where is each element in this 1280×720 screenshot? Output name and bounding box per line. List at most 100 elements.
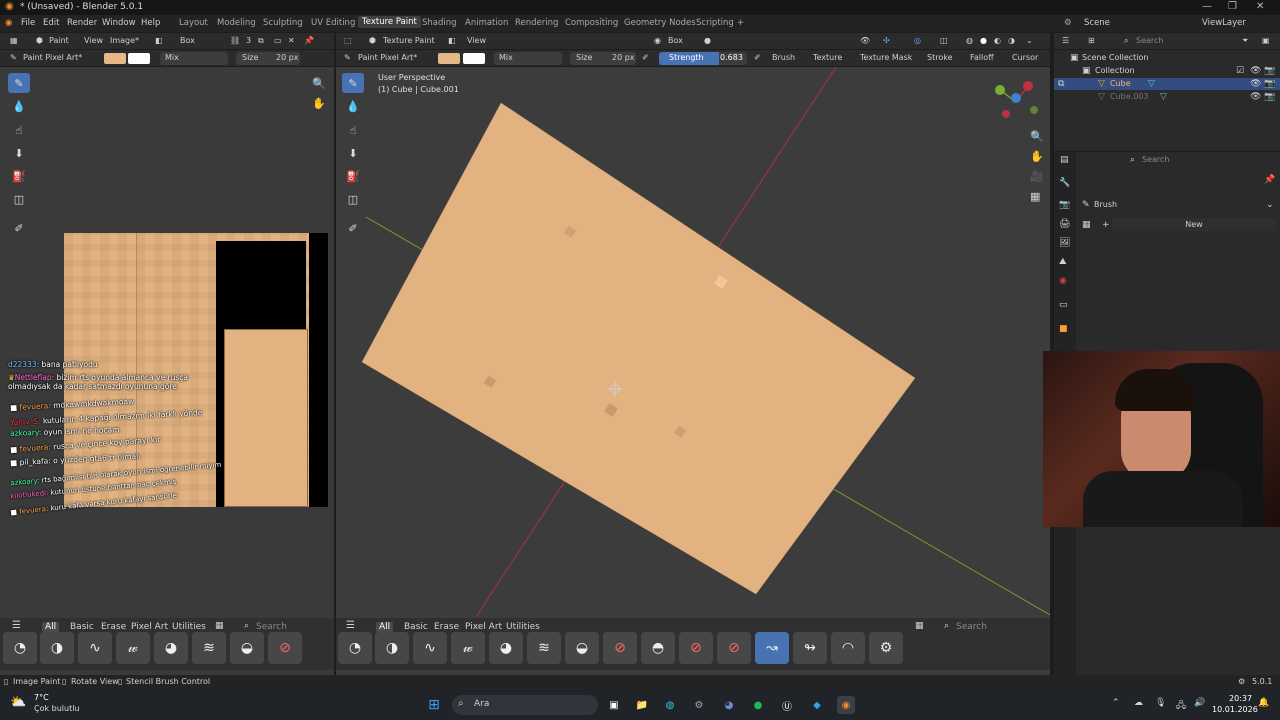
filter-icon[interactable]: ⏷ <box>1242 36 1248 46</box>
brush-thumb-icon[interactable]: ◑ <box>40 632 74 664</box>
brush-thumb-icon[interactable]: ∿ <box>413 632 447 664</box>
output-tab-icon[interactable]: 🖨 <box>1059 219 1070 229</box>
neg-x-axis-icon[interactable] <box>1002 110 1010 118</box>
shelf-tab-utilities[interactable]: Utilities <box>506 622 540 632</box>
visibility-icon[interactable]: 👁 <box>860 36 870 45</box>
minimize-button[interactable]: — <box>1202 1 1212 12</box>
solid-icon[interactable]: ● <box>980 36 987 45</box>
properties-search-input[interactable]: Search <box>1142 155 1169 164</box>
object-cube-label[interactable]: Cube <box>1110 79 1131 88</box>
pressure-icon[interactable]: ✐ <box>642 53 649 62</box>
outliner-search-input[interactable]: Search <box>1136 36 1163 45</box>
mode-toggle-icon[interactable]: ◧ <box>448 36 456 45</box>
editor-type-icon[interactable]: ▦ <box>10 36 18 45</box>
zoom-icon[interactable]: 🔍 <box>312 77 326 90</box>
overlay-icon[interactable]: ◎ <box>914 36 921 45</box>
shelf-tab-erase[interactable]: Erase <box>101 622 126 632</box>
spotify-icon[interactable]: ● <box>749 696 767 714</box>
smear-tool-icon[interactable]: ☝ <box>8 120 30 140</box>
clock-time[interactable]: 20:37 <box>1229 694 1252 703</box>
falloff-menu[interactable]: Falloff <box>970 53 994 62</box>
chevron-down-icon[interactable]: ⌄ <box>1266 200 1274 210</box>
pressure-icon[interactable]: ✐ <box>754 53 761 62</box>
tray-app-icon[interactable]: ☁ <box>1134 698 1143 708</box>
clock-date[interactable]: 10.01.2026 <box>1212 705 1258 714</box>
texture-mask-menu[interactable]: Texture Mask <box>860 53 912 62</box>
display-settings-icon[interactable]: ▦ <box>215 621 224 631</box>
fill-tool-icon[interactable]: ⛽ <box>8 166 30 186</box>
pan-icon[interactable]: ✋ <box>1030 150 1044 163</box>
unlink-icon[interactable]: ✕ <box>288 36 295 45</box>
start-menu-icon[interactable]: ⊞ <box>425 696 443 714</box>
material-icon[interactable]: ◐ <box>994 36 1001 45</box>
brush-thumb-icon[interactable]: 𝓌 <box>116 632 150 664</box>
blender-taskbar-icon[interactable]: ◉ <box>837 696 855 714</box>
camera-icon[interactable]: 🎥 <box>1030 170 1044 183</box>
mode-dropdown[interactable]: Texture Paint <box>383 36 435 45</box>
tab-compositing[interactable]: Compositing <box>565 18 618 28</box>
tab-layout[interactable]: Layout <box>179 18 208 28</box>
eye-icon[interactable]: 👁 <box>1250 79 1261 89</box>
discord-icon[interactable]: ◕ <box>720 696 738 714</box>
brush-dropdown[interactable]: Paint Pixel Art* <box>358 53 417 62</box>
scene-collection-label[interactable]: Scene Collection <box>1082 53 1149 62</box>
shelf-tab-utilities[interactable]: Utilities <box>172 622 206 632</box>
tab-rendering[interactable]: Rendering <box>515 18 558 28</box>
brush-thumb-icon[interactable]: ◓ <box>641 632 675 664</box>
network-icon[interactable]: 🖧 <box>1176 698 1186 714</box>
editor-type-icon[interactable]: ⬚ <box>344 36 352 45</box>
collection-tab-icon[interactable]: ▭ <box>1059 300 1068 310</box>
brush-thumb-selected-icon[interactable]: ↝ <box>755 632 789 664</box>
blend-dropdown[interactable]: Mix <box>499 53 513 62</box>
xray-icon[interactable]: ◫ <box>940 36 948 45</box>
brush-thumb-icon[interactable]: ≋ <box>192 632 226 664</box>
tab-sculpting[interactable]: Sculpting <box>263 18 303 28</box>
volume-icon[interactable]: 🔊 <box>1194 698 1205 708</box>
outliner-row-selected[interactable] <box>1054 78 1280 90</box>
clone-tool-icon[interactable]: ⬇ <box>8 143 30 163</box>
microphone-icon[interactable]: 🎙 <box>1155 698 1166 708</box>
primary-color-swatch[interactable] <box>104 53 126 64</box>
shelf-menu-icon[interactable]: ☰ <box>346 620 355 631</box>
secondary-color-swatch[interactable] <box>463 53 485 64</box>
view-menu[interactable]: View <box>467 36 486 45</box>
object-mode-icon[interactable]: ⧉ <box>1058 79 1064 89</box>
gizmo-icon[interactable]: ✣ <box>883 36 890 45</box>
stroke-menu[interactable]: Stroke <box>927 53 953 62</box>
new-brush-button[interactable]: New <box>1112 218 1276 231</box>
shelf-tab-erase[interactable]: Erase <box>434 622 459 632</box>
camera-icon[interactable]: 📷 <box>1264 79 1275 89</box>
eye-icon[interactable]: 👁 <box>1250 66 1261 76</box>
3d-viewport[interactable]: ⬚ ⬢ Texture Paint ◧ View ◉ Box ● 👁 ✣ ◎ ◫… <box>336 33 1050 675</box>
new-image-icon[interactable]: ▭ <box>274 36 282 45</box>
notification-icon[interactable]: 🔔 <box>1258 698 1269 708</box>
primary-color-swatch[interactable] <box>438 53 460 64</box>
neg-y-axis-icon[interactable] <box>1030 106 1038 114</box>
add-icon[interactable]: + <box>1102 220 1110 230</box>
brush-thumb-icon[interactable]: ⊘ <box>268 632 302 664</box>
link-icon[interactable]: ⛓ <box>230 36 240 45</box>
world-tab-icon[interactable]: ◉ <box>1059 276 1067 286</box>
maximize-button[interactable]: ❐ <box>1228 1 1237 12</box>
grid-view-icon[interactable]: ▦ <box>1030 190 1040 203</box>
tool-tab-icon[interactable]: 🔧 <box>1059 178 1070 188</box>
brush-thumb-icon[interactable]: ◔ <box>3 632 37 664</box>
brush-thumb-icon[interactable]: ◠ <box>831 632 865 664</box>
brush-thumb-icon[interactable]: ◕ <box>154 632 188 664</box>
brush-thumb-icon[interactable]: ◔ <box>338 632 372 664</box>
scene-tab-icon[interactable]: ⛰ <box>1059 257 1067 267</box>
shelf-tab-basic[interactable]: Basic <box>70 622 94 632</box>
brush-thumb-icon[interactable]: ◒ <box>230 632 264 664</box>
mask-tool-icon[interactable]: ◫ <box>8 189 30 209</box>
dot-icon[interactable]: ● <box>704 36 711 45</box>
z-axis-icon[interactable] <box>1011 93 1021 103</box>
menu-render[interactable]: Render <box>67 18 97 28</box>
eye-icon[interactable]: 👁 <box>1250 92 1261 102</box>
brush-thumb-icon[interactable]: ⊘ <box>717 632 751 664</box>
taskbar-search-box[interactable]: ⌕ Ara <box>452 695 598 715</box>
object-tab-icon[interactable]: ■ <box>1059 324 1068 334</box>
scene-name[interactable]: Scene <box>1084 18 1110 28</box>
app-icon[interactable]: ◆ <box>808 696 826 714</box>
pin-icon[interactable]: 📌 <box>1264 175 1275 185</box>
duplicate-icon[interactable]: ⧉ <box>258 36 264 46</box>
